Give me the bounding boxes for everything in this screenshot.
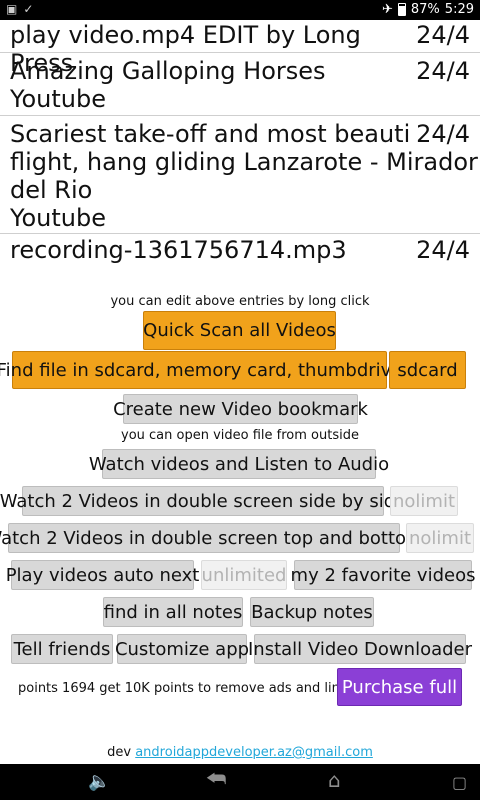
entry-date: 24/4: [416, 21, 470, 49]
list-item[interactable]: Amazing Galloping Horses Youtube 24/4: [0, 53, 480, 116]
sdcard-button[interactable]: sdcard: [389, 351, 466, 389]
purchase-full-button[interactable]: Purchase full: [337, 668, 462, 706]
list-item[interactable]: Scariest take-off and most beautiful fli…: [0, 116, 480, 234]
quick-scan-button[interactable]: Quick Scan all Videos: [143, 311, 336, 350]
backup-notes-button[interactable]: Backup notes: [250, 597, 374, 627]
nolimit-side-button[interactable]: nolimit: [390, 486, 458, 516]
navigation-bar: 🔈 ⮪ ⌂ ▢: [0, 764, 480, 800]
find-notes-button[interactable]: find in all notes: [103, 597, 243, 627]
dev-label: dev: [107, 745, 132, 760]
play-auto-next-button[interactable]: Play videos auto next: [6, 560, 199, 590]
battery-icon: [397, 3, 406, 16]
open-hint: you can open video file from outside: [121, 428, 359, 443]
volume-icon[interactable]: 🔈: [88, 772, 110, 792]
battery-percent: 87%: [410, 2, 440, 17]
entry-date: 24/4: [416, 236, 470, 264]
favorite-videos-button[interactable]: my 2 favorite videos: [291, 560, 475, 590]
recents-icon[interactable]: ▢: [452, 773, 467, 793]
edit-hint: you can edit above entries by long click: [110, 294, 370, 309]
points-text: points 1694 get 10K points to remove ads…: [18, 681, 360, 696]
list-item[interactable]: recording-1361756714.mp3 24/4: [0, 234, 480, 268]
nolimit-top-button[interactable]: nolimit: [406, 523, 474, 553]
entry-title: recording-1361756714.mp3: [10, 236, 347, 264]
entry-date: 24/4: [410, 120, 470, 148]
install-downloader-button[interactable]: Install Video Downloader: [248, 634, 472, 664]
customize-app-button[interactable]: Customize app: [115, 634, 249, 664]
developer-contact: dev androidappdeveloper.az@gmail.com: [0, 745, 480, 760]
entry-date: 24/4: [416, 57, 470, 85]
unlimited-button[interactable]: unlimited: [201, 560, 287, 590]
create-bookmark-button[interactable]: Create new Video bookmark: [113, 394, 368, 424]
find-file-button[interactable]: Find file in sdcard, memory card, thumbd…: [0, 351, 402, 389]
tell-friends-button[interactable]: Tell friends: [11, 634, 113, 664]
developer-email-link[interactable]: androidappdeveloper.az@gmail.com: [135, 745, 373, 760]
watch-listen-button[interactable]: Watch videos and Listen to Audio: [89, 449, 389, 479]
watch-top-bottom-button[interactable]: Watch 2 Videos in double screen top and …: [0, 523, 424, 553]
clock: 5:29: [444, 2, 474, 17]
status-bar: ▣ ✓ ✈ 87% 5:29: [0, 0, 480, 20]
home-icon[interactable]: ⌂: [328, 770, 341, 790]
check-icon: ✓: [23, 2, 34, 16]
back-icon[interactable]: ⮪: [206, 769, 226, 791]
list-item[interactable]: play video.mp4 EDIT by Long Press 24/4: [0, 20, 480, 77]
airplane-icon: ✈: [381, 2, 393, 17]
image-icon: ▣: [6, 2, 18, 16]
entry-title: Amazing Galloping Horses Youtube: [10, 57, 326, 113]
watch-side-by-side-button[interactable]: Watch 2 Videos in double screen side by …: [0, 486, 406, 516]
